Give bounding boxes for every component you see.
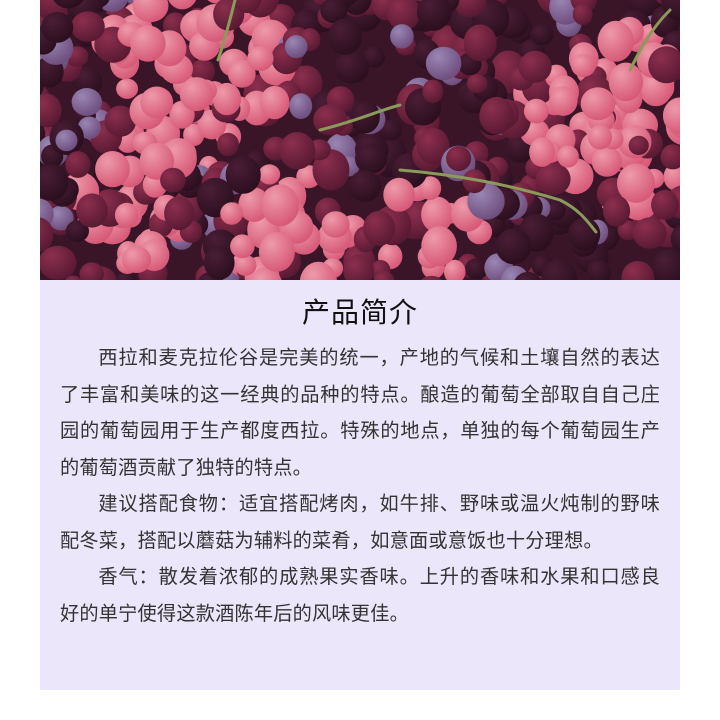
grape-berry [321,211,350,238]
grape-berry [591,146,623,177]
grape-berry [390,24,414,49]
grape-berry [446,145,472,172]
grape-berry [568,217,601,251]
grape-berry [65,151,91,178]
intro-paragraph-description: 西拉和麦克拉伦谷是完美的统一，产地的气候和土壤自然的表达了丰富和美味的这一经典的… [60,346,660,479]
grape-berry [425,46,462,81]
grape-berry [363,210,396,246]
grape-berry [587,125,613,150]
grape-berry [466,74,488,93]
grape-berry [225,155,261,194]
grape-berry [55,129,78,152]
grape-berry [179,77,214,112]
grape-berry [116,78,139,99]
grape-berry [602,195,631,227]
grape-berry [535,162,571,196]
grape-berry [289,93,313,119]
grape-berry [328,18,362,55]
grape-berry [164,196,195,231]
grape-berry [463,24,497,62]
grape-berry [212,82,242,116]
grape-berry [279,132,316,170]
grape-berry [220,202,244,225]
section-title: 产品简介 [301,296,418,329]
grape-berry [41,12,74,43]
grape-photo [40,0,680,280]
grape-berry [495,228,532,265]
grape-berry [234,254,257,276]
grape-berry [258,232,295,272]
grape-berry [422,79,444,104]
grape-berry [549,86,578,116]
grape-berry [608,62,644,102]
grape-berry [530,23,554,45]
grape-berry [518,50,552,83]
grape-berry [95,151,130,188]
grape-berry [71,11,105,42]
grape-berry [230,234,255,259]
grape-berry [140,86,174,119]
grape-berry [114,202,139,228]
grape-berry [523,98,549,124]
grape-berry [313,104,348,136]
grape-berry [617,163,655,203]
grape-berry [76,193,108,228]
grape-berry [261,184,300,227]
grape-berry [334,52,369,84]
grape-illustration [40,0,680,280]
grape-berry [130,25,166,62]
product-intro-panel: 产品简介 西拉和麦克拉伦谷是完美的统一，产地的气候和土壤自然的表达了丰富和美味的… [40,280,680,690]
grape-berry [121,246,152,273]
grape-berry [632,217,667,249]
grape-berry [421,226,457,267]
grape-berry [258,164,281,185]
grape-berry [628,135,649,155]
product-detail-page: 产品简介 西拉和麦克拉伦谷是完美的统一，产地的气候和土壤自然的表达了丰富和美味的… [0,0,720,720]
intro-text: 西拉和麦克拉伦谷是完美的统一，产地的气候和土壤自然的表达了丰富和美味的这一经典的… [60,340,660,632]
grape-berry [597,20,634,62]
grape-berry [580,87,616,121]
intro-paragraph-food-pairing: 建议搭配食物：适宜搭配烤肉，如牛排、野味或温火炖制的野味配冬菜，搭配以蘑菇为辅料… [60,492,660,552]
grape-berry [348,170,382,202]
intro-paragraph-aroma: 香气：散发着浓郁的成熟果实香味。上升的香味和水果和口感良好的单宁使得这款酒陈年后… [60,565,660,625]
grape-berry [355,143,388,174]
grape-berry [383,177,415,212]
grape-berry [204,245,235,280]
grape-berry [651,189,679,220]
grape-berry [284,35,308,59]
grape-berry [479,96,514,135]
grape-berry [160,167,186,193]
grape-berry [557,145,579,168]
grape-berry [247,46,274,71]
grape-berry [71,88,102,116]
grape-berry [260,85,290,120]
grape-berry [216,132,239,157]
grape-berry [571,53,596,77]
grape-berry [572,3,593,26]
grape-berry [40,245,77,280]
grape-berry [529,137,556,167]
